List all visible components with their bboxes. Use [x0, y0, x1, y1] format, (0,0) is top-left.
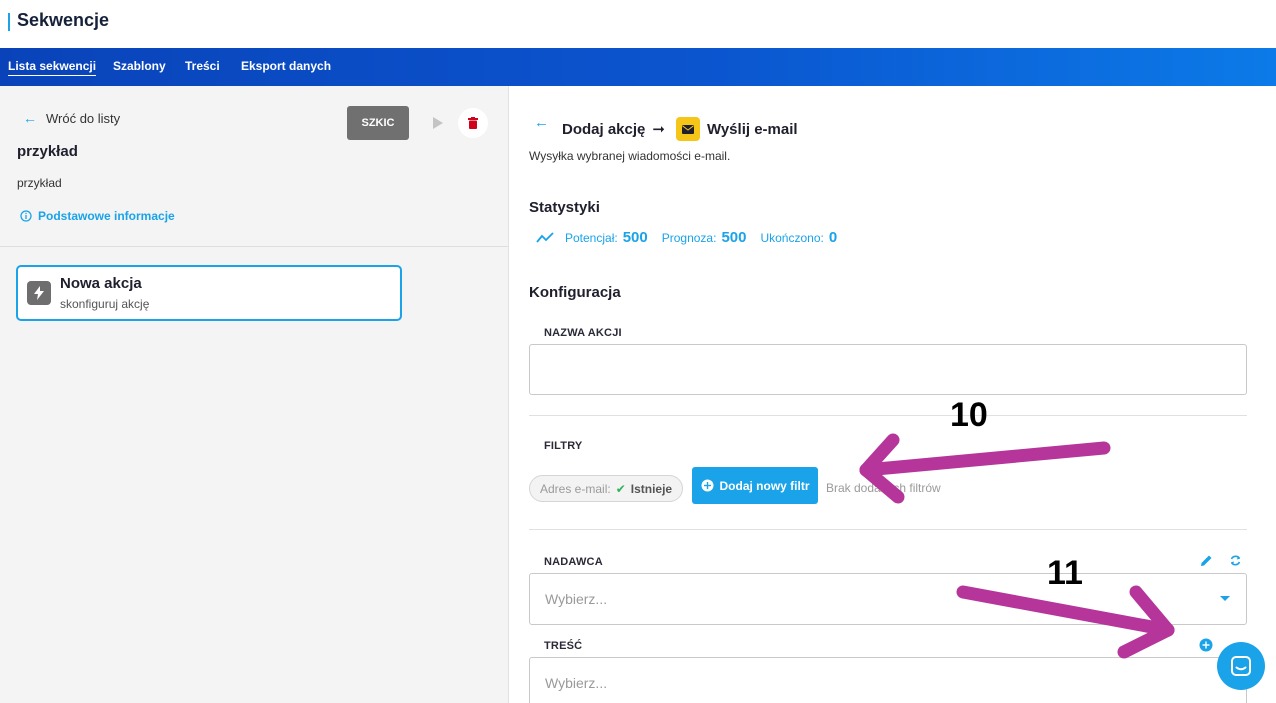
- check-icon: ✔: [615, 481, 626, 496]
- chat-widget-button[interactable]: [1217, 642, 1265, 690]
- plus-circle-icon: [701, 479, 713, 492]
- action-description: Wysyłka wybranej wiadomości e-mail.: [529, 149, 731, 163]
- breadcrumb-separator: ➞: [652, 121, 665, 138]
- info-icon: [20, 210, 32, 222]
- sequence-panel: ← Wróć do listy SZKIC przykład przykład …: [0, 86, 509, 703]
- sender-placeholder: Wybierz...: [545, 591, 608, 607]
- action-card-title: Nowa akcja: [60, 275, 142, 292]
- breadcrumb-add-action: Dodaj akcję: [562, 120, 646, 138]
- back-to-list-link[interactable]: ← Wróć do listy: [23, 110, 120, 126]
- action-name-label: NAZWA AKCJI: [544, 327, 622, 339]
- delete-button[interactable]: [458, 108, 488, 138]
- callout-number-11: 11: [1047, 554, 1083, 592]
- stat-potential-value: 500: [622, 229, 648, 246]
- basic-info-link[interactable]: Podstawowe informacje: [20, 209, 175, 223]
- filter-chip-field: Adres e-mail:: [540, 481, 611, 496]
- action-config-panel: ← Dodaj akcję ➞ Wyślij e-mail Wysyłka wy…: [510, 86, 1276, 703]
- draft-status-button[interactable]: SZKIC: [347, 106, 409, 140]
- action-name-input[interactable]: [529, 344, 1247, 395]
- refresh-icon: [1230, 555, 1240, 565]
- refresh-sender-button[interactable]: [1227, 552, 1243, 568]
- trash-icon: [468, 117, 478, 129]
- edit-sender-button[interactable]: [1198, 552, 1214, 568]
- divider: [529, 529, 1247, 530]
- sender-label: NADAWCA: [544, 556, 603, 568]
- basic-info-label: Podstawowe informacje: [38, 209, 175, 223]
- action-breadcrumb: Dodaj akcję ➞ Wyślij e-mail: [562, 117, 798, 141]
- title-accent-bar: [8, 13, 10, 31]
- stat-forecast-value: 500: [721, 229, 747, 246]
- play-button[interactable]: [423, 108, 453, 138]
- play-icon: [433, 117, 443, 129]
- config-heading: Konfiguracja: [529, 284, 621, 301]
- chevron-down-icon: [1220, 596, 1230, 601]
- chat-icon: [1231, 656, 1251, 676]
- app-title: Sekwencje: [17, 10, 110, 30]
- lightning-icon: [27, 281, 51, 305]
- add-filter-button[interactable]: Dodaj nowy filtr: [692, 467, 818, 504]
- action-card-subtitle: skonfiguruj akcję: [60, 297, 150, 311]
- divider: [529, 415, 1247, 416]
- sender-select[interactable]: Wybierz...: [529, 573, 1247, 625]
- tab-tresci[interactable]: Treści: [185, 59, 220, 73]
- stats-heading: Statystyki: [529, 199, 600, 216]
- back-to-list-label: Wróć do listy: [46, 110, 121, 126]
- tab-lista-sekwencji[interactable]: Lista sekwencji: [8, 59, 97, 76]
- divider: [0, 246, 508, 247]
- sequence-name: przykład: [17, 143, 78, 160]
- action-card-new[interactable]: Nowa akcja skonfiguruj akcję: [16, 265, 402, 321]
- stat-completed-value: 0: [828, 229, 838, 246]
- tab-szablony[interactable]: Szablony: [113, 59, 166, 73]
- filters-label: FILTRY: [544, 440, 583, 452]
- content-select[interactable]: Wybierz...: [529, 657, 1247, 703]
- content-placeholder: Wybierz...: [545, 675, 608, 691]
- stat-completed-label: Ukończono:: [760, 231, 824, 245]
- no-filters-text: Brak dodanych filtrów: [826, 481, 941, 495]
- arrow-left-icon: ←: [23, 110, 37, 126]
- stat-forecast-label: Prognoza:: [661, 231, 717, 245]
- content-label: TREŚĆ: [544, 640, 583, 652]
- app-header: Sekwencje: [0, 0, 1276, 48]
- main-nav: Lista sekwencji Szablony Treści Eksport …: [0, 48, 1276, 86]
- trend-icon: [536, 231, 554, 243]
- tab-eksport-danych[interactable]: Eksport danych: [241, 59, 331, 73]
- stats-row: Potencjał: 500 Prognoza: 500 Ukończono: …: [536, 229, 846, 246]
- back-arrow-button[interactable]: ←: [534, 114, 549, 131]
- filter-chip-value: Istnieje: [630, 481, 673, 496]
- add-content-button[interactable]: [1198, 637, 1214, 653]
- stat-potential-label: Potencjał:: [565, 231, 618, 245]
- pencil-icon: [1200, 555, 1211, 566]
- plus-circle-icon: [1199, 638, 1213, 652]
- breadcrumb-send-email: Wyślij e-mail: [706, 120, 798, 138]
- envelope-icon: [675, 117, 700, 141]
- callout-number-10: 10: [950, 396, 988, 434]
- filter-chip-email[interactable]: Adres e-mail: ✔ Istnieje: [529, 475, 684, 502]
- sequence-description: przykład: [17, 176, 62, 190]
- add-filter-label: Dodaj nowy filtr: [719, 478, 810, 493]
